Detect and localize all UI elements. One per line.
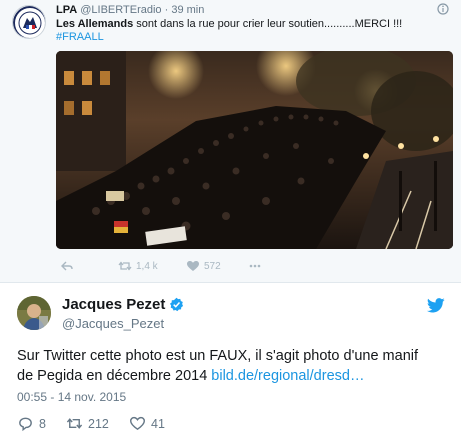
embedded-tweet-header: LPA @LIBERTEradio · 39 min [56, 4, 204, 16]
embedded-retweet-button[interactable]: 1,4 k [118, 259, 158, 273]
reply-button[interactable]: 8 [17, 415, 46, 432]
comment-icon [19, 417, 32, 432]
retweet-button[interactable]: 212 [66, 415, 109, 432]
reply-count: 8 [39, 416, 46, 431]
embedded-hashtag-link[interactable]: #FRAALL [56, 31, 104, 43]
author-name-row: Jacques Pezet [62, 296, 184, 313]
heart-icon [129, 416, 146, 431]
like-count: 41 [151, 416, 165, 431]
tweet-actions: 8 212 41 [17, 415, 217, 433]
embedded-time-ago[interactable]: 39 min [171, 4, 204, 16]
embedded-text-rest: sont dans la rue pour crier leur soutien… [133, 18, 403, 30]
heart-icon [187, 261, 199, 271]
embedded-retweet-count: 1,4 k [136, 260, 158, 272]
like-button[interactable]: 41 [129, 415, 165, 432]
embedded-text-bold: Les Allemands [56, 18, 134, 30]
retweet-icon [66, 418, 83, 429]
more-icon [249, 264, 261, 268]
embedded-like-button[interactable]: 572 [186, 259, 221, 273]
tweet-link[interactable]: bild.de/regional/dresd… [211, 368, 364, 384]
tweet-text: Sur Twitter cette photo est un FAUX, il … [17, 346, 447, 386]
header-separator: · [164, 4, 169, 16]
embedded-tweet-screenshot: LPA @LIBERTEradio · 39 min Les Allemands… [0, 0, 461, 283]
author-name[interactable]: Jacques Pezet [62, 296, 165, 313]
author-handle[interactable]: @Jacques_Pezet [62, 316, 164, 331]
twitter-bird-icon[interactable] [427, 298, 445, 313]
retweet-count: 212 [88, 416, 109, 431]
verified-icon [170, 297, 184, 312]
tweet-text-line2: de Pegida en décembre 2014 [17, 368, 212, 384]
crowd-photo[interactable] [56, 51, 453, 249]
embedded-tweet-text: Les Allemands sont dans la rue pour crie… [56, 18, 402, 30]
tweet-text-line1: Sur Twitter cette photo est un FAUX, il … [17, 348, 419, 364]
embedded-like-count: 572 [204, 260, 221, 272]
lpa-avatar[interactable] [12, 5, 46, 39]
retweet-icon [118, 261, 132, 271]
embedded-more-button[interactable] [248, 259, 262, 273]
embedded-author-handle[interactable]: @LIBERTEradio [80, 4, 161, 16]
embedded-author-name[interactable]: LPA [56, 4, 77, 16]
reply-icon [61, 261, 73, 271]
embedded-reply-button[interactable] [60, 259, 74, 273]
embedded-tweet-actions: 1,4 k 572 [56, 259, 316, 275]
jacques-pezet-avatar[interactable] [17, 296, 51, 330]
tweet-timestamp[interactable]: 00:55 - 14 nov. 2015 [17, 390, 126, 404]
info-icon[interactable] [437, 3, 449, 15]
